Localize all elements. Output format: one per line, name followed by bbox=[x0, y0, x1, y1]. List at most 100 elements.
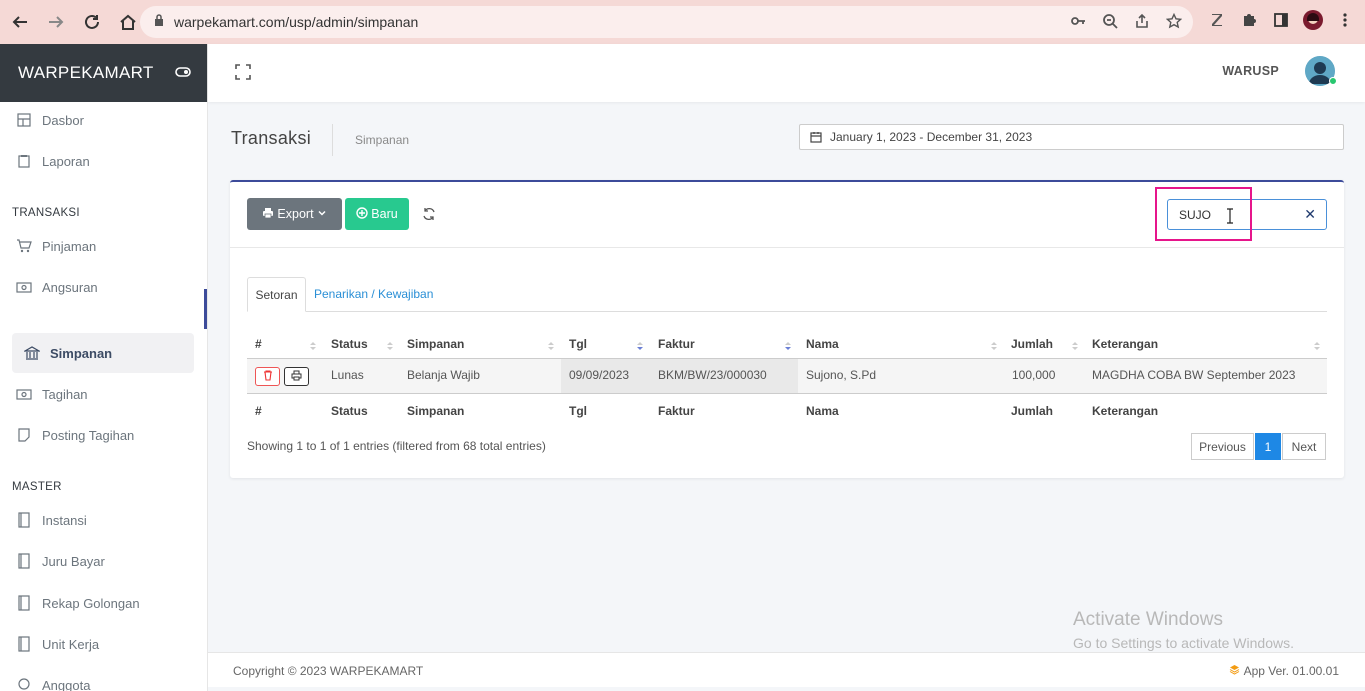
pagination-page-1[interactable]: 1 bbox=[1255, 433, 1281, 460]
user-name[interactable]: WARUSP bbox=[1222, 64, 1279, 78]
reload-icon[interactable] bbox=[76, 6, 108, 38]
footer-header-tgl: Tgl bbox=[569, 404, 587, 418]
date-range-picker[interactable]: January 1, 2023 - December 31, 2023 bbox=[799, 124, 1344, 150]
export-button[interactable]: Export bbox=[247, 198, 342, 230]
column-header-tgl[interactable]: Tgl bbox=[569, 337, 587, 351]
cell-keterangan: MAGDHA COBA BW September 2023 bbox=[1092, 368, 1296, 382]
sort-icon[interactable] bbox=[1070, 338, 1080, 350]
tab-setoran[interactable]: Setoran bbox=[247, 277, 306, 312]
footer-header-simpanan: Simpanan bbox=[407, 404, 465, 418]
column-header-number[interactable]: # bbox=[255, 337, 262, 351]
sidebar-item-label: Unit Kerja bbox=[42, 636, 100, 652]
sidebar-item-label: Juru Bayar bbox=[42, 553, 105, 569]
zotero-extension-icon[interactable] bbox=[1207, 10, 1227, 30]
column-header-faktur[interactable]: Faktur bbox=[658, 337, 695, 351]
zoom-icon[interactable] bbox=[1101, 12, 1119, 30]
version-info: App Ver. 01.00.01 bbox=[1229, 664, 1339, 678]
url-text: warpekamart.com/usp/admin/simpanan bbox=[174, 14, 419, 30]
footer-header-status: Status bbox=[331, 404, 368, 418]
sidebar: WARPEKAMART Dasbor Laporan TRANSAKSI Pin… bbox=[0, 44, 208, 691]
sidebar-item-tagihan[interactable]: Tagihan bbox=[0, 374, 207, 414]
chevron-down-icon bbox=[317, 207, 327, 221]
row-divider bbox=[247, 393, 1327, 394]
refresh-icon[interactable] bbox=[421, 206, 437, 222]
section-header-transaksi: TRANSAKSI bbox=[12, 207, 80, 219]
sidebar-item-instansi[interactable]: Instansi bbox=[0, 500, 207, 540]
pagination-previous[interactable]: Previous bbox=[1191, 433, 1254, 460]
sidebar-item-posting-tagihan[interactable]: Posting Tagihan bbox=[0, 415, 207, 455]
add-new-button[interactable]: Baru bbox=[345, 198, 409, 230]
sidebar-item-label: Anggota bbox=[42, 677, 91, 691]
brand-header: WARPEKAMART bbox=[0, 44, 207, 102]
search-highlight-annotation bbox=[1155, 187, 1252, 241]
delete-button[interactable] bbox=[255, 367, 280, 386]
toggle-icon[interactable] bbox=[175, 64, 191, 80]
key-icon[interactable] bbox=[1069, 12, 1087, 30]
sort-icon[interactable] bbox=[546, 338, 556, 350]
column-header-simpanan[interactable]: Simpanan bbox=[407, 337, 464, 351]
extensions-puzzle-icon[interactable] bbox=[1239, 10, 1259, 30]
sidebar-item-angsuran[interactable]: Angsuran bbox=[0, 267, 207, 307]
brand-name: WARPEKAMART bbox=[18, 63, 154, 82]
sort-icon[interactable] bbox=[308, 338, 318, 350]
text-cursor-icon bbox=[1226, 208, 1234, 224]
sidebar-item-anggota[interactable]: Anggota bbox=[0, 665, 207, 691]
sidebar-item-label: Simpanan bbox=[50, 345, 113, 361]
top-navbar: WARUSP bbox=[208, 44, 1365, 102]
sidebar-item-label: Laporan bbox=[42, 153, 90, 169]
page-title: Transaksi bbox=[231, 128, 312, 148]
back-icon[interactable] bbox=[4, 6, 36, 38]
sort-desc-icon[interactable] bbox=[635, 338, 645, 350]
money-icon bbox=[16, 279, 32, 295]
pagination-next[interactable]: Next bbox=[1282, 433, 1326, 460]
sort-desc-icon[interactable] bbox=[783, 338, 793, 350]
page-footer: Copyright © 2023 WARPEKAMART App Ver. 01… bbox=[208, 652, 1365, 687]
sidebar-item-rekap-golongan[interactable]: Rekap Golongan bbox=[0, 583, 207, 623]
sidebar-item-unit-kerja[interactable]: Unit Kerja bbox=[0, 624, 207, 664]
forward-icon[interactable] bbox=[40, 6, 72, 38]
footer-header-jumlah: Jumlah bbox=[1011, 404, 1054, 418]
fullscreen-icon[interactable] bbox=[234, 63, 252, 81]
sidebar-item-simpanan[interactable]: Simpanan bbox=[12, 333, 194, 373]
printer-icon bbox=[262, 207, 274, 222]
side-panel-icon[interactable] bbox=[1271, 10, 1291, 30]
footer-header-keterangan: Keterangan bbox=[1092, 404, 1159, 418]
column-header-status[interactable]: Status bbox=[331, 337, 368, 351]
section-header-master: MASTER bbox=[12, 481, 62, 493]
address-bar[interactable]: warpekamart.com/usp/admin/simpanan bbox=[140, 6, 1193, 38]
column-header-jumlah[interactable]: Jumlah bbox=[1011, 337, 1053, 351]
print-button[interactable] bbox=[284, 367, 309, 386]
report-icon bbox=[16, 153, 32, 169]
note-icon bbox=[16, 427, 32, 443]
sort-icon[interactable] bbox=[1312, 338, 1322, 350]
sidebar-item-juru-bayar[interactable]: Juru Bayar bbox=[0, 541, 207, 581]
version-text: App Ver. 01.00.01 bbox=[1243, 664, 1339, 678]
browser-menu-icon[interactable] bbox=[1335, 10, 1355, 30]
sidebar-item-label: Angsuran bbox=[42, 279, 98, 295]
profile-avatar-icon[interactable] bbox=[1303, 10, 1323, 30]
online-status-dot bbox=[1329, 77, 1337, 85]
bank-icon bbox=[24, 345, 40, 361]
book-icon bbox=[16, 512, 32, 528]
lock-icon bbox=[154, 13, 164, 31]
title-divider bbox=[332, 124, 333, 156]
clear-search-icon[interactable]: ✕ bbox=[1304, 206, 1316, 223]
sort-icon[interactable] bbox=[385, 338, 395, 350]
tab-penarikan-kewajiban[interactable]: Penarikan / Kewajiban bbox=[314, 287, 433, 301]
column-header-keterangan[interactable]: Keterangan bbox=[1092, 337, 1158, 351]
column-header-nama[interactable]: Nama bbox=[806, 337, 839, 351]
activate-windows-subtitle: Go to Settings to activate Windows. bbox=[1073, 635, 1294, 651]
export-label: Export bbox=[277, 207, 314, 221]
sidebar-item-dasbor[interactable]: Dasbor bbox=[0, 100, 207, 140]
sort-icon[interactable] bbox=[989, 338, 999, 350]
sidebar-item-label: Dasbor bbox=[42, 112, 84, 128]
browser-toolbar: warpekamart.com/usp/admin/simpanan bbox=[0, 0, 1365, 44]
cell-jumlah: 100,000 bbox=[1012, 368, 1056, 382]
sidebar-item-pinjaman[interactable]: Pinjaman bbox=[0, 226, 207, 266]
money-icon bbox=[16, 386, 32, 402]
copyright-text: Copyright © 2023 WARPEKAMART bbox=[233, 664, 424, 678]
share-icon[interactable] bbox=[1133, 12, 1151, 30]
sidebar-item-laporan[interactable]: Laporan bbox=[0, 141, 207, 181]
bookmark-star-icon[interactable] bbox=[1165, 12, 1183, 30]
dashboard-icon bbox=[16, 112, 32, 128]
